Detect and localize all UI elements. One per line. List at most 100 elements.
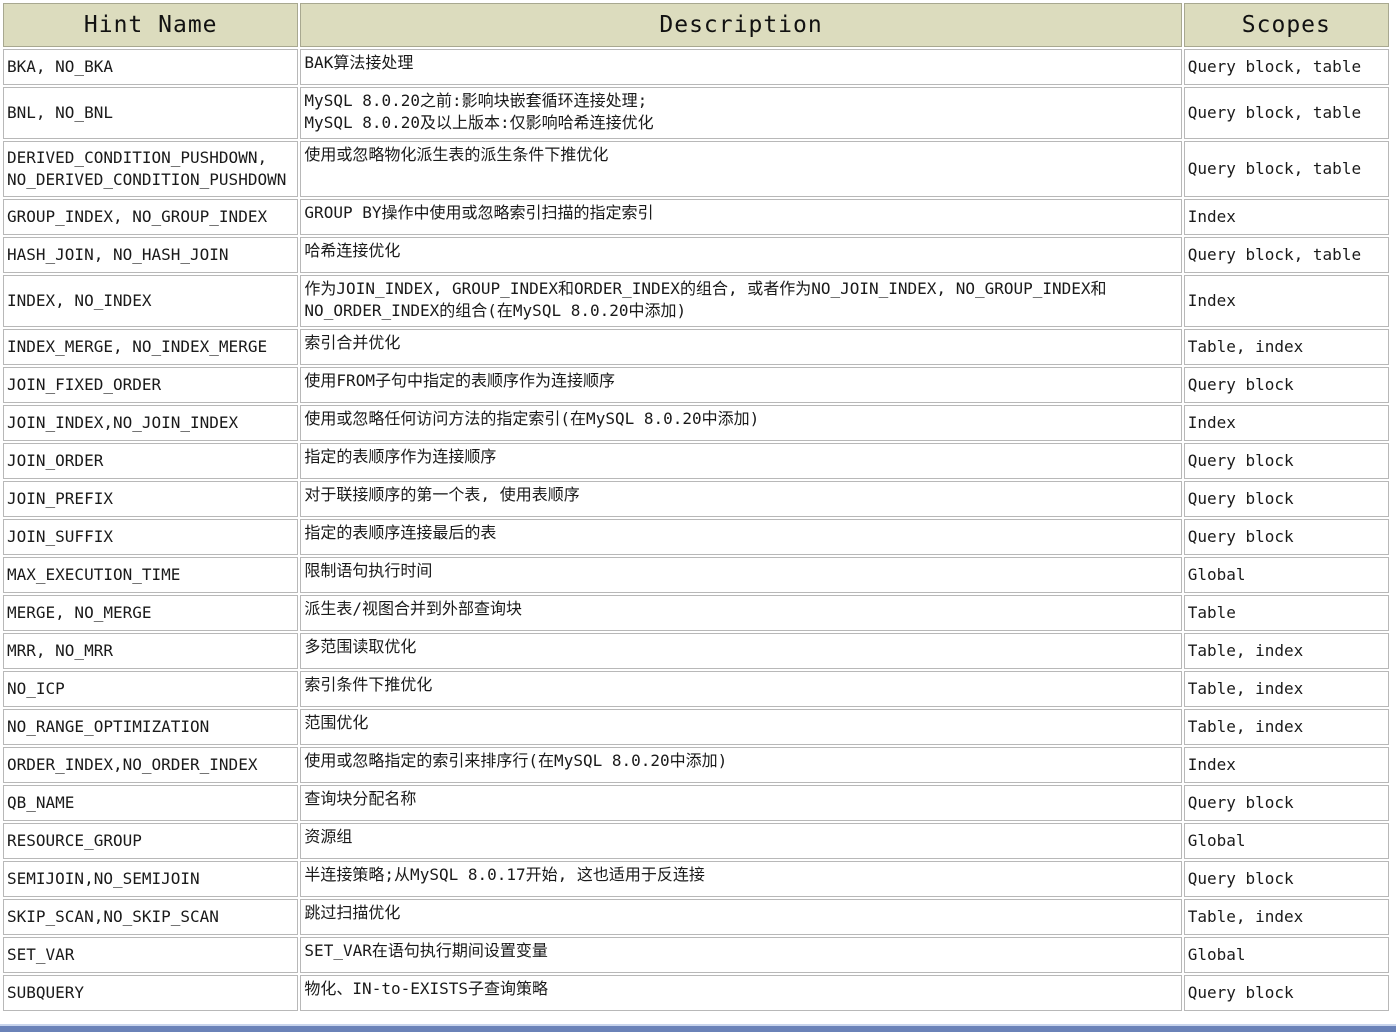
- table-row: SEMIJOIN,NO_SEMIJOIN 半连接策略;从MySQL 8.0.17开…: [3, 861, 1389, 897]
- hint-name-cell: BNL, NO_BNL: [3, 87, 299, 139]
- description-text: 使用或忽略指定的索引来排序行(在MySQL 8.0.20中添加): [304, 751, 728, 770]
- description-text: 范围优化: [304, 713, 369, 732]
- description-text: 限制语句执行时间: [304, 561, 433, 580]
- description-cell: 使用FROM子句中指定的表顺序作为连接顺序: [300, 367, 1182, 403]
- description-cell: 作为JOIN_INDEX, GROUP_INDEX和ORDER_INDEX的组合…: [300, 275, 1182, 327]
- hint-name-text: BKA, NO_BKA: [7, 57, 113, 76]
- description-text: GROUP BY操作中使用或忽略索引扫描的指定索引: [304, 203, 654, 222]
- table-row: QB_NAME 查询块分配名称 Query block: [3, 785, 1389, 821]
- description-text: 半连接策略;从MySQL 8.0.17开始, 这也适用于反连接: [304, 865, 705, 884]
- table-row: SKIP_SCAN,NO_SKIP_SCAN 跳过扫描优化 Table, index: [3, 899, 1389, 935]
- description-text: 使用FROM子句中指定的表顺序作为连接顺序: [304, 371, 615, 390]
- hint-name-cell: GROUP_INDEX, NO_GROUP_INDEX: [3, 199, 299, 235]
- hint-name-text: NO_RANGE_OPTIMIZATION: [7, 717, 210, 736]
- hint-name-text: RESOURCE_GROUP: [7, 831, 142, 850]
- hint-name-text: GROUP_INDEX, NO_GROUP_INDEX: [7, 207, 268, 226]
- table-row: GROUP_INDEX, NO_GROUP_INDEX GROUP BY操作中使用…: [3, 199, 1389, 235]
- hint-name-cell: SKIP_SCAN,NO_SKIP_SCAN: [3, 899, 299, 935]
- description-text: 索引条件下推优化: [304, 675, 433, 694]
- hint-name-text: INDEX_MERGE, NO_INDEX_MERGE: [7, 337, 268, 356]
- window-bottom-border: [0, 1026, 1396, 1032]
- table-row: MERGE, NO_MERGE 派生表/视图合并到外部查询块 Table: [3, 595, 1389, 631]
- hint-name-text: SUBQUERY: [7, 983, 85, 1002]
- scope-cell: Query block: [1183, 519, 1389, 555]
- scope-cell: Table, index: [1183, 329, 1389, 365]
- table-row: SUBQUERY 物化、IN-to-EXISTS子查询策略 Query block: [3, 975, 1389, 1011]
- table-row: INDEX_MERGE, NO_INDEX_MERGE 索引合并优化 Table, …: [3, 329, 1389, 365]
- scope-cell: Query block: [1183, 443, 1389, 479]
- hint-name-cell: JOIN_PREFIX: [3, 481, 299, 517]
- hint-name-text: NO_DERIVED_CONDITION_PUSHDOWN: [7, 170, 287, 189]
- scope-cell: Table, index: [1183, 633, 1389, 669]
- description-text: MySQL 8.0.20之前:影响块嵌套循环连接处理;: [304, 91, 648, 110]
- scope-cell: Query block: [1183, 785, 1389, 821]
- description-cell: 派生表/视图合并到外部查询块: [300, 595, 1182, 631]
- description-cell: 限制语句执行时间: [300, 557, 1182, 593]
- hint-name-cell: INDEX_MERGE, NO_INDEX_MERGE: [3, 329, 299, 365]
- description-text: 派生表/视图合并到外部查询块: [304, 599, 523, 618]
- description-cell: 对于联接顺序的第一个表, 使用表顺序: [300, 481, 1182, 517]
- description-cell: 使用或忽略指定的索引来排序行(在MySQL 8.0.20中添加): [300, 747, 1182, 783]
- description-text: 作为JOIN_INDEX, GROUP_INDEX和ORDER_INDEX的组合…: [304, 279, 1107, 298]
- description-text: 对于联接顺序的第一个表, 使用表顺序: [304, 485, 580, 504]
- table-body: BKA, NO_BKA BAK算法接处理 Query block, table BNL…: [3, 49, 1389, 1011]
- scope-cell: Index: [1183, 275, 1389, 327]
- table-row: DERIVED_CONDITION_PUSHDOWN, NO_DERIVED_CO…: [3, 141, 1389, 197]
- hint-name-text: JOIN_SUFFIX: [7, 527, 113, 546]
- hint-name-text: INDEX, NO_INDEX: [7, 291, 152, 310]
- description-cell: 物化、IN-to-EXISTS子查询策略: [300, 975, 1182, 1011]
- description-cell: 使用或忽略物化派生表的派生条件下推优化: [300, 141, 1182, 197]
- hint-name-cell: BKA, NO_BKA: [3, 49, 299, 85]
- description-text: MySQL 8.0.20及以上版本:仅影响哈希连接优化: [304, 113, 654, 132]
- scope-cell: Table, index: [1183, 899, 1389, 935]
- description-text: 指定的表顺序作为连接顺序: [304, 447, 497, 466]
- table-row: ORDER_INDEX,NO_ORDER_INDEX 使用或忽略指定的索引来排序行…: [3, 747, 1389, 783]
- page: Hint Name Description Scopes BKA, NO_BKA…: [0, 0, 1396, 1032]
- table-row: HASH_JOIN, NO_HASH_JOIN 哈希连接优化 Query block…: [3, 237, 1389, 273]
- description-text: 资源组: [304, 827, 353, 846]
- description-text: SET_VAR在语句执行期间设置变量: [304, 941, 548, 960]
- hint-name-text: BNL, NO_BNL: [7, 103, 113, 122]
- scope-cell: Query block, table: [1183, 237, 1389, 273]
- table-row: RESOURCE_GROUP 资源组 Global: [3, 823, 1389, 859]
- hint-name-cell: SEMIJOIN,NO_SEMIJOIN: [3, 861, 299, 897]
- hint-name-cell: NO_RANGE_OPTIMIZATION: [3, 709, 299, 745]
- scope-cell: Query block: [1183, 975, 1389, 1011]
- scope-cell: Global: [1183, 557, 1389, 593]
- description-text: 跳过扫描优化: [304, 903, 401, 922]
- header-scopes: Scopes: [1183, 3, 1389, 47]
- description-text: NO_ORDER_INDEX的组合(在MySQL 8.0.20中添加): [304, 301, 687, 320]
- scope-cell: Global: [1183, 823, 1389, 859]
- hint-name-cell: JOIN_INDEX,NO_JOIN_INDEX: [3, 405, 299, 441]
- description-cell: 指定的表顺序连接最后的表: [300, 519, 1182, 555]
- scope-cell: Query block: [1183, 861, 1389, 897]
- hint-name-text: MERGE, NO_MERGE: [7, 603, 152, 622]
- hint-name-text: SET_VAR: [7, 945, 75, 964]
- hint-name-text: MAX_EXECUTION_TIME: [7, 565, 181, 584]
- description-text: 索引合并优化: [304, 333, 401, 352]
- hint-name-text: ORDER_INDEX,NO_ORDER_INDEX: [7, 755, 258, 774]
- table-row: MRR, NO_MRR 多范围读取优化 Table, index: [3, 633, 1389, 669]
- table-row: JOIN_INDEX,NO_JOIN_INDEX 使用或忽略任何访问方法的指定索引…: [3, 405, 1389, 441]
- table-row: JOIN_PREFIX 对于联接顺序的第一个表, 使用表顺序 Query block: [3, 481, 1389, 517]
- hint-name-text: MRR, NO_MRR: [7, 641, 113, 660]
- hint-name-text: DERIVED_CONDITION_PUSHDOWN,: [7, 148, 268, 167]
- description-text: BAK算法接处理: [304, 53, 414, 72]
- scope-cell: Index: [1183, 199, 1389, 235]
- hint-name-cell: JOIN_SUFFIX: [3, 519, 299, 555]
- table-row: BNL, NO_BNL MySQL 8.0.20之前:影响块嵌套循环连接处理; My…: [3, 87, 1389, 139]
- hint-name-cell: MAX_EXECUTION_TIME: [3, 557, 299, 593]
- description-cell: 查询块分配名称: [300, 785, 1182, 821]
- description-cell: SET_VAR在语句执行期间设置变量: [300, 937, 1182, 973]
- scope-cell: Query block: [1183, 481, 1389, 517]
- table-row: SET_VAR SET_VAR在语句执行期间设置变量 Global: [3, 937, 1389, 973]
- description-cell: 跳过扫描优化: [300, 899, 1182, 935]
- table-row: JOIN_FIXED_ORDER 使用FROM子句中指定的表顺序作为连接顺序 Que…: [3, 367, 1389, 403]
- header-description: Description: [300, 3, 1182, 47]
- scope-cell: Index: [1183, 747, 1389, 783]
- description-cell: 索引合并优化: [300, 329, 1182, 365]
- hint-name-text: QB_NAME: [7, 793, 75, 812]
- description-cell: 使用或忽略任何访问方法的指定索引(在MySQL 8.0.20中添加): [300, 405, 1182, 441]
- hint-name-text: JOIN_PREFIX: [7, 489, 113, 508]
- hint-name-cell: INDEX, NO_INDEX: [3, 275, 299, 327]
